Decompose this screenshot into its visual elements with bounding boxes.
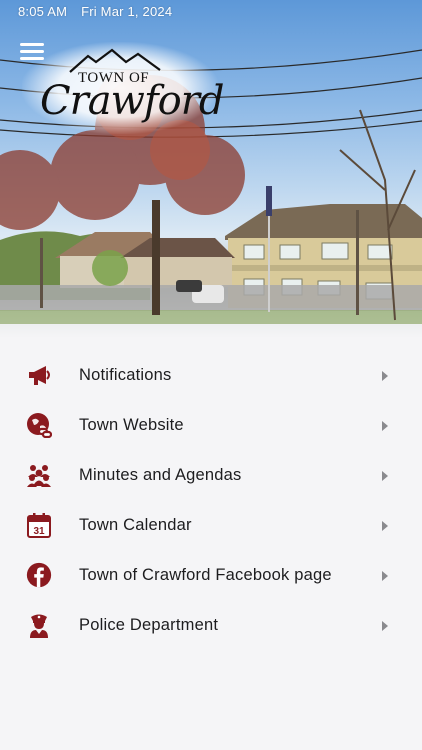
police-officer-icon bbox=[26, 612, 52, 638]
chevron-right-icon bbox=[382, 571, 388, 581]
menu-item-label: Town of Crawford Facebook page bbox=[79, 566, 332, 584]
megaphone-icon bbox=[26, 362, 52, 388]
town-logo: TOWN OF Crawford bbox=[22, 42, 224, 134]
menu-item-facebook[interactable]: Town of Crawford Facebook page bbox=[0, 550, 422, 600]
menu-item-town-website[interactable]: Town Website bbox=[0, 400, 422, 450]
menu-item-label: Notifications bbox=[79, 366, 172, 384]
status-bar: 8:05 AM Fri Mar 1, 2024 bbox=[18, 4, 172, 19]
status-time: 8:05 AM bbox=[18, 4, 68, 19]
globe-link-icon bbox=[26, 412, 52, 438]
menu-item-minutes-agendas[interactable]: Minutes and Agendas bbox=[0, 450, 422, 500]
people-group-icon bbox=[26, 462, 52, 488]
chevron-right-icon bbox=[382, 621, 388, 631]
facebook-icon bbox=[26, 562, 52, 588]
menu-item-label: Town Website bbox=[79, 416, 184, 434]
status-date: Fri Mar 1, 2024 bbox=[81, 4, 173, 19]
menu-item-label: Town Calendar bbox=[79, 516, 192, 534]
menu-item-label: Police Department bbox=[79, 616, 219, 634]
menu-item-town-calendar[interactable]: 31 Town Calendar bbox=[0, 500, 422, 550]
logo-line-2: Crawford bbox=[40, 78, 224, 124]
svg-text:31: 31 bbox=[33, 526, 45, 537]
menu-item-label: Minutes and Agendas bbox=[79, 466, 242, 484]
chevron-right-icon bbox=[382, 371, 388, 381]
menu-item-police[interactable]: Police Department bbox=[0, 600, 422, 650]
main-menu: Notifications Town Website Minutes and A… bbox=[0, 350, 422, 650]
chevron-right-icon bbox=[382, 521, 388, 531]
calendar-icon: 31 bbox=[26, 512, 52, 538]
chevron-right-icon bbox=[382, 471, 388, 481]
hero-banner: 8:05 AM Fri Mar 1, 2024 TOWN OF Crawford bbox=[0, 0, 422, 338]
chevron-right-icon bbox=[382, 421, 388, 431]
menu-item-notifications[interactable]: Notifications bbox=[0, 350, 422, 400]
